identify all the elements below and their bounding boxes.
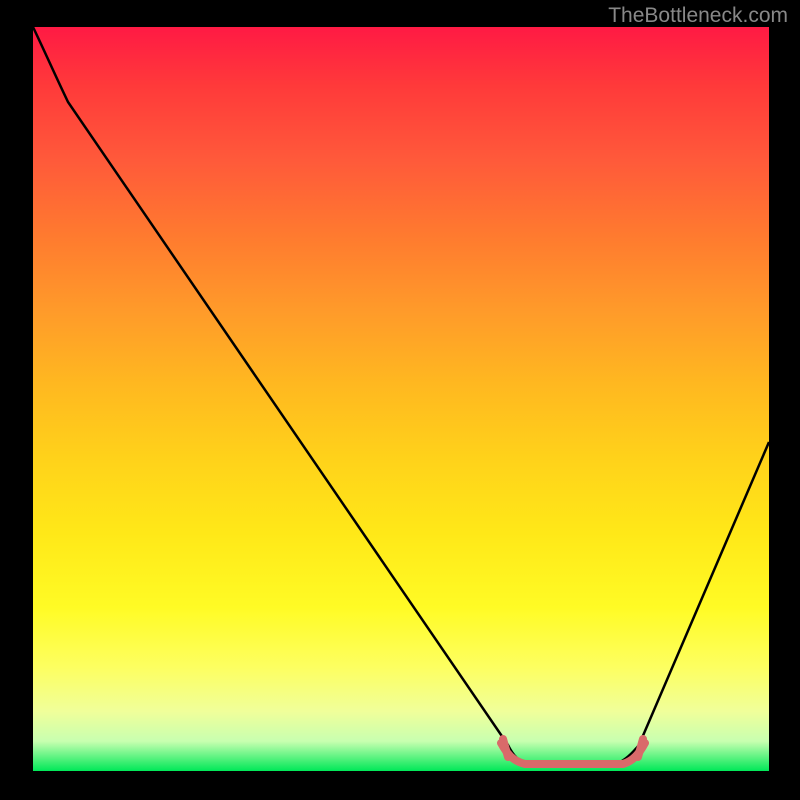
bottleneck-curve-svg [33,27,769,771]
chart-plot-area [33,27,769,771]
flat-region-highlight [501,743,645,764]
bottleneck-curve [33,27,769,764]
flat-region-right-tick [638,739,643,757]
flat-region-left-tick [503,739,508,757]
watermark-text: TheBottleneck.com [608,4,788,28]
